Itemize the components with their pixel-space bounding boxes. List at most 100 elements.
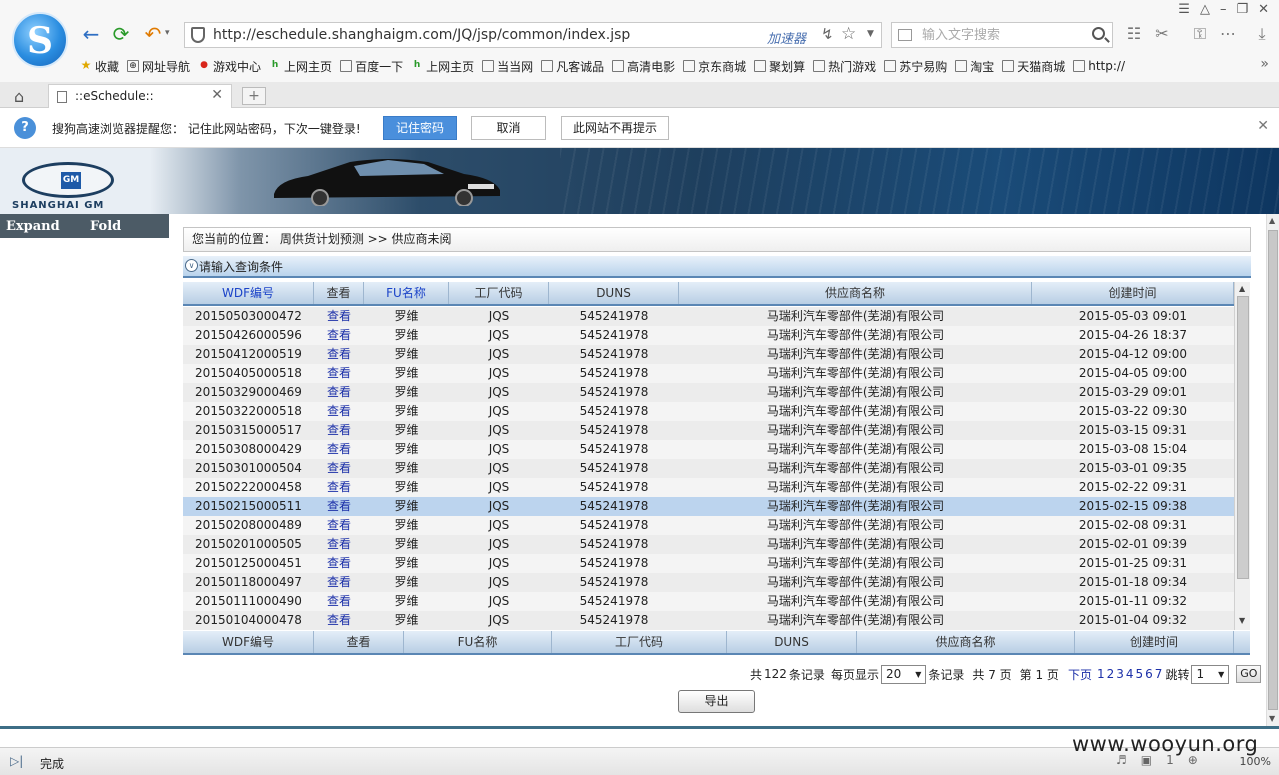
- table-row[interactable]: 20150111000490 查看 罗维 JQS 545241978 马瑞利汽车零部件(芜…: [183, 592, 1234, 611]
- lightning-icon[interactable]: ↯: [821, 25, 834, 43]
- view-link[interactable]: 查看: [314, 535, 364, 554]
- table-row[interactable]: 20150222000458 查看 罗维 JQS 545241978 马瑞利汽车零部件(芜…: [183, 478, 1234, 497]
- page-link[interactable]: 3: [1116, 667, 1124, 681]
- view-link[interactable]: 查看: [314, 592, 364, 611]
- table-row[interactable]: 20150412000519 查看 罗维 JQS 545241978 马瑞利汽车零部件(芜…: [183, 345, 1234, 364]
- page-link[interactable]: 5: [1136, 667, 1144, 681]
- minimize-icon[interactable]: –: [1220, 2, 1227, 17]
- export-button[interactable]: 导出: [678, 690, 755, 713]
- view-link[interactable]: 查看: [314, 554, 364, 573]
- column-header[interactable]: WDF编号: [183, 282, 314, 304]
- new-tab-button[interactable]: +: [242, 87, 266, 105]
- view-link[interactable]: 查看: [314, 497, 364, 516]
- table-row[interactable]: 20150301000504 查看 罗维 JQS 545241978 马瑞利汽车零部件(芜…: [183, 459, 1234, 478]
- view-link[interactable]: 查看: [314, 364, 364, 383]
- go-button[interactable]: GO: [1236, 665, 1262, 683]
- scroll-down-icon[interactable]: ▼: [1269, 714, 1275, 723]
- table-row[interactable]: 20150503000472 查看 罗维 JQS 545241978 马瑞利汽车零部件(芜…: [183, 307, 1234, 326]
- tab-close-icon[interactable]: ✕: [211, 87, 223, 103]
- page-scrollbar[interactable]: ▲ ▼: [1266, 214, 1279, 726]
- view-link[interactable]: 查看: [314, 573, 364, 592]
- skin-icon[interactable]: △: [1200, 2, 1210, 17]
- address-bar[interactable]: http://eschedule.shanghaigm.com/JQ/jsp/c…: [184, 22, 882, 48]
- search-icon[interactable]: [1092, 27, 1105, 40]
- query-toggle-bar[interactable]: ∨ 请输入查询条件: [183, 256, 1251, 278]
- table-row[interactable]: 20150118000497 查看 罗维 JQS 545241978 马瑞利汽车零部件(芜…: [183, 573, 1234, 592]
- view-link[interactable]: 查看: [314, 459, 364, 478]
- column-header[interactable]: FU名称: [364, 282, 449, 304]
- page-link[interactable]: 7: [1155, 667, 1163, 681]
- view-link[interactable]: 查看: [314, 402, 364, 421]
- bookmark-item[interactable]: h 上网主页: [409, 56, 480, 76]
- table-row[interactable]: 20150315000517 查看 罗维 JQS 545241978 马瑞利汽车零部件(芜…: [183, 421, 1234, 440]
- bookmark-item[interactable]: 热门游戏: [811, 56, 882, 76]
- more-dots-icon[interactable]: ⋯: [1218, 24, 1238, 44]
- back-arrow-icon[interactable]: ←: [78, 22, 104, 46]
- page-link[interactable]: 6: [1145, 667, 1153, 681]
- bookmark-item[interactable]: 百度一下: [338, 56, 409, 76]
- tab-eschedule[interactable]: ::eSchedule:: ✕: [48, 84, 232, 108]
- bookmark-item[interactable]: 天猫商城: [1000, 56, 1071, 76]
- home-icon[interactable]: ⌂: [14, 87, 24, 106]
- chevron-down-icon[interactable]: ∨: [185, 259, 198, 272]
- view-link[interactable]: 查看: [314, 307, 364, 326]
- view-link[interactable]: 查看: [314, 383, 364, 402]
- grid-scroll-down-icon[interactable]: ▼: [1239, 616, 1245, 625]
- table-row[interactable]: 20150322000518 查看 罗维 JQS 545241978 马瑞利汽车零部件(芜…: [183, 402, 1234, 421]
- sidebar-toggle-icon[interactable]: ▷|: [10, 754, 23, 768]
- page-link[interactable]: 4: [1126, 667, 1134, 681]
- table-row[interactable]: 20150201000505 查看 罗维 JQS 545241978 马瑞利汽车零部件(芜…: [183, 535, 1234, 554]
- expand-link[interactable]: Expand: [6, 219, 60, 234]
- view-link[interactable]: 查看: [314, 516, 364, 535]
- bookmark-item[interactable]: 当当网: [480, 56, 539, 76]
- next-page-link[interactable]: 下页: [1068, 666, 1092, 683]
- view-link[interactable]: 查看: [314, 421, 364, 440]
- address-dropdown-icon[interactable]: ▼: [867, 29, 874, 39]
- refresh-icon[interactable]: ⟳: [108, 22, 134, 46]
- view-link[interactable]: 查看: [314, 611, 364, 630]
- bookmark-item[interactable]: 苏宁易购: [882, 56, 953, 76]
- bookmark-item[interactable]: ★ 收藏: [78, 56, 125, 76]
- grid-scrollbar[interactable]: ▲ ▼: [1234, 282, 1250, 630]
- restore-icon[interactable]: ❐: [1236, 2, 1248, 17]
- sogou-logo-icon[interactable]: S: [12, 12, 68, 68]
- scissors-icon[interactable]: ✂: [1152, 24, 1172, 44]
- never-prompt-button[interactable]: 此网站不再提示: [561, 116, 669, 140]
- user-icon[interactable]: ☷: [1124, 24, 1144, 44]
- table-row[interactable]: 20150426000596 查看 罗维 JQS 545241978 马瑞利汽车零部件(芜…: [183, 326, 1234, 345]
- bookmark-item[interactable]: ⊕ 网址导航: [125, 56, 196, 76]
- search-box[interactable]: [891, 22, 1113, 48]
- undo-icon[interactable]: ↶: [140, 22, 166, 46]
- per-page-select[interactable]: 20 ▼: [880, 664, 927, 684]
- table-row[interactable]: 20150329000469 查看 罗维 JQS 545241978 马瑞利汽车零部件(芜…: [183, 383, 1234, 402]
- bookmark-item[interactable]: http://: [1071, 56, 1131, 76]
- grid-scroll-up-icon[interactable]: ▲: [1239, 284, 1245, 293]
- bookmark-item[interactable]: ● 游戏中心: [196, 56, 267, 76]
- download-icon[interactable]: ⤓: [1252, 24, 1272, 44]
- key-icon[interactable]: ⚿: [1190, 24, 1210, 44]
- search-engine-icon[interactable]: [898, 29, 912, 41]
- cancel-button[interactable]: 取消: [471, 116, 546, 140]
- grid-scroll-thumb[interactable]: [1237, 296, 1249, 579]
- table-row[interactable]: 20150405000518 查看 罗维 JQS 545241978 马瑞利汽车零部件(芜…: [183, 364, 1234, 383]
- url-text[interactable]: http://eschedule.shanghaigm.com/JQ/jsp/c…: [213, 27, 630, 43]
- remember-password-button[interactable]: 记住密码: [383, 116, 457, 140]
- bookmark-item[interactable]: 凡客诚品: [539, 56, 610, 76]
- bookmark-item[interactable]: 淘宝: [953, 56, 1000, 76]
- table-row[interactable]: 20150104000478 查看 罗维 JQS 545241978 马瑞利汽车零部件(芜…: [183, 611, 1234, 630]
- table-row[interactable]: 20150308000429 查看 罗维 JQS 545241978 马瑞利汽车零部件(芜…: [183, 440, 1234, 459]
- search-input[interactable]: [922, 26, 1082, 44]
- notice-close-icon[interactable]: ✕: [1257, 118, 1269, 134]
- table-row[interactable]: 20150215000511 查看 罗维 JQS 545241978 马瑞利汽车零部件(芜…: [183, 497, 1234, 516]
- table-row[interactable]: 20150208000489 查看 罗维 JQS 545241978 马瑞利汽车零部件(芜…: [183, 516, 1234, 535]
- close-icon[interactable]: ✕: [1258, 2, 1269, 17]
- favorite-star-icon[interactable]: ☆: [841, 24, 856, 44]
- accelerator-button[interactable]: 加速器: [767, 28, 806, 47]
- menu-icon[interactable]: ☰: [1178, 2, 1190, 17]
- page-link[interactable]: 2: [1107, 667, 1115, 681]
- bookmark-item[interactable]: h 上网主页: [267, 56, 338, 76]
- scroll-up-icon[interactable]: ▲: [1269, 216, 1275, 225]
- zoom-level[interactable]: 100%: [1240, 755, 1271, 768]
- scroll-thumb[interactable]: [1268, 230, 1278, 710]
- jump-select[interactable]: 1 ▼: [1191, 664, 1230, 684]
